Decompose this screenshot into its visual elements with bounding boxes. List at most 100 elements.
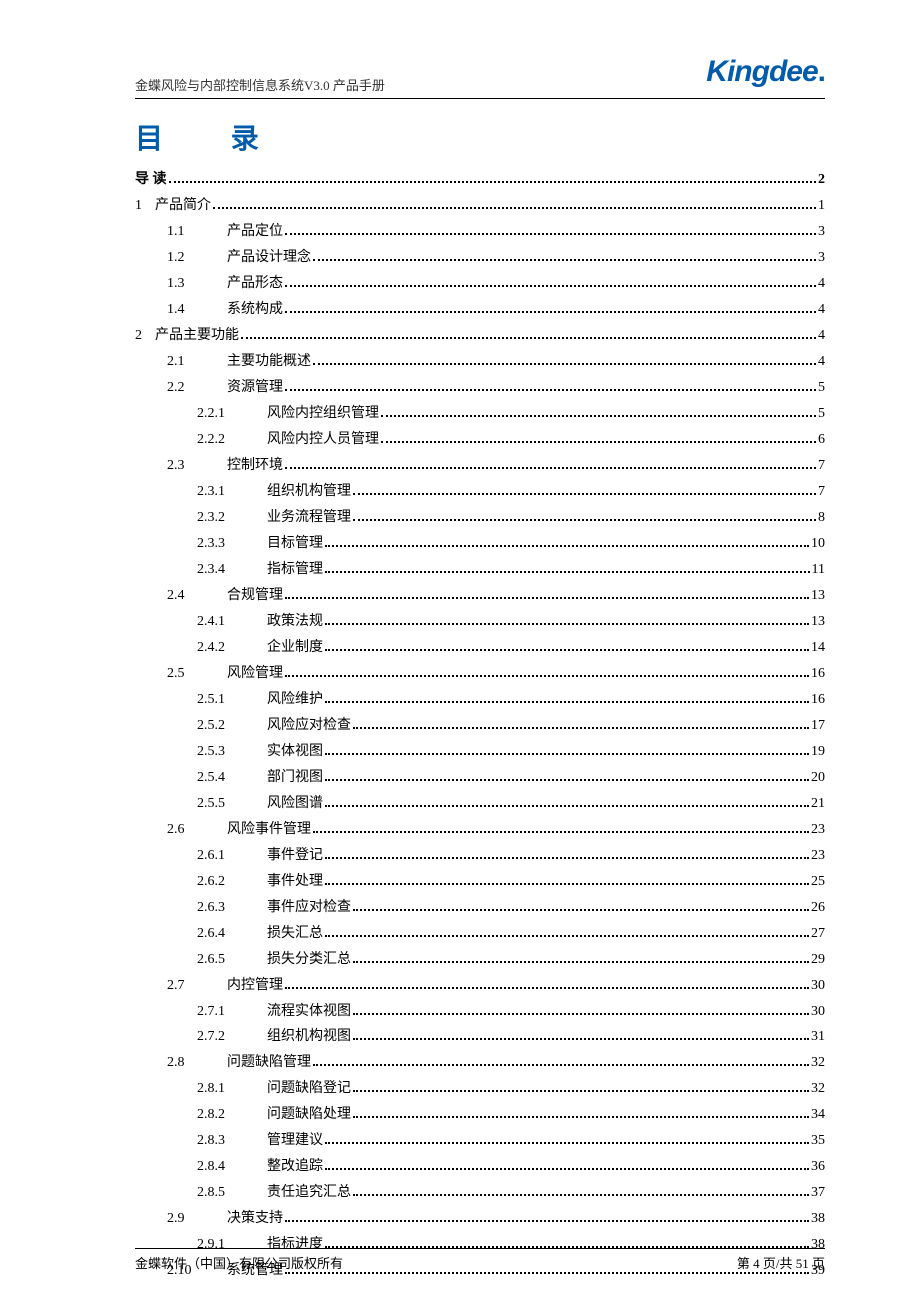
toc-leader-dots — [325, 753, 809, 755]
toc-entry[interactable]: 2.3.2业务流程管理8 — [135, 507, 825, 529]
toc-entry-page: 20 — [811, 767, 825, 789]
toc-leader-dots — [285, 467, 816, 469]
toc-leader-dots — [353, 493, 816, 495]
toc-entry-page: 27 — [811, 923, 825, 945]
toc-entry[interactable]: 导 读2 — [135, 169, 825, 191]
toc-leader-dots — [353, 1013, 809, 1015]
footer-page-number: 第 4 页/共 51 页 — [737, 1253, 825, 1272]
toc-entry[interactable]: 2.3.1组织机构管理7 — [135, 481, 825, 503]
toc-entry-number: 1.2 — [167, 247, 227, 269]
toc-entry[interactable]: 2.5.1风险维护 16 — [135, 689, 825, 711]
toc-entry[interactable]: 2.8问题缺陷管理32 — [135, 1052, 825, 1074]
toc-entry-page: 5 — [818, 377, 825, 399]
toc-entry[interactable]: 2产品主要功能4 — [135, 325, 825, 347]
toc-leader-dots — [353, 1090, 809, 1092]
toc-entry[interactable]: 2.4.1政策法规13 — [135, 611, 825, 633]
toc-entry-number: 2.4 — [167, 585, 227, 607]
toc-entry-label: 组织机构管理 — [267, 481, 351, 503]
toc-entry[interactable]: 2.2.1风险内控组织管理5 — [135, 403, 825, 425]
toc-entry[interactable]: 2.5.3实体视图19 — [135, 741, 825, 763]
toc-entry[interactable]: 1.1产品定位3 — [135, 221, 825, 243]
toc-entry[interactable]: 2.8.1问题缺陷登记32 — [135, 1078, 825, 1100]
toc-entry-page: 29 — [811, 949, 825, 971]
toc-entry[interactable]: 2.6.5损失分类汇总29 — [135, 949, 825, 971]
toc-entry[interactable]: 2.6.3事件应对检查26 — [135, 897, 825, 919]
toc-entry[interactable]: 2.2.2风险内控人员管理6 — [135, 429, 825, 451]
toc-entry-label: 导 读 — [135, 169, 167, 191]
toc-entry-page: 36 — [811, 1156, 825, 1178]
toc-entry[interactable]: 2.5.2风险应对检查17 — [135, 715, 825, 737]
toc-entry-number: 2.8.3 — [197, 1130, 267, 1152]
toc-entry[interactable]: 2.8.4整改追踪36 — [135, 1156, 825, 1178]
toc-entry-label: 问题缺陷处理 — [267, 1104, 351, 1126]
toc-leader-dots — [325, 1142, 809, 1144]
toc-entry-number: 2.2 — [167, 377, 227, 399]
toc-leader-dots — [213, 207, 816, 209]
toc-entry[interactable]: 2.9决策支持38 — [135, 1208, 825, 1230]
toc-entry[interactable]: 1.4系统构成4 — [135, 299, 825, 321]
toc-entry-page: 23 — [811, 819, 825, 841]
toc-entry-number: 2.5.5 — [197, 793, 267, 815]
toc-entry-label: 风险图谱 — [267, 793, 323, 815]
toc-entry-page: 5 — [818, 403, 825, 425]
toc-entry-label: 风险维护 — [267, 689, 323, 711]
toc-entry[interactable]: 2.7.1流程实体视图30 — [135, 1001, 825, 1023]
toc-entry-page: 6 — [818, 429, 825, 451]
toc-entry-number: 2.6.5 — [197, 949, 267, 971]
toc-entry[interactable]: 2.6.2事件处理25 — [135, 871, 825, 893]
toc-leader-dots — [285, 285, 816, 287]
toc-entry[interactable]: 2.7.2组织机构视图31 — [135, 1026, 825, 1048]
toc-heading: 目 录 — [135, 117, 825, 157]
toc-leader-dots — [285, 987, 809, 989]
toc-entry[interactable]: 2.3.4指标管理11 — [135, 559, 825, 581]
toc-entry-number: 2.2.2 — [197, 429, 267, 451]
toc-entry[interactable]: 2.5.5风险图谱21 — [135, 793, 825, 815]
toc-entry-label: 风险事件管理 — [227, 819, 311, 841]
toc-entry[interactable]: 2.3.3目标管理10 — [135, 533, 825, 555]
toc-entry[interactable]: 2.3控制环境7 — [135, 455, 825, 477]
toc-entry-number: 2.3.2 — [197, 507, 267, 529]
toc-entry-label: 责任追究汇总 — [267, 1182, 351, 1204]
toc-entry-number: 2.8.2 — [197, 1104, 267, 1126]
toc-entry-number: 2.8.1 — [197, 1078, 267, 1100]
toc-entry[interactable]: 2.5.4部门视图20 — [135, 767, 825, 789]
toc-entry[interactable]: 2.8.5责任追究汇总37 — [135, 1182, 825, 1204]
toc-entry[interactable]: 2.2资源管理5 — [135, 377, 825, 399]
toc-entry[interactable]: 2.8.3管理建议35 — [135, 1130, 825, 1152]
toc-entry[interactable]: 2.4.2企业制度14 — [135, 637, 825, 659]
toc-entry[interactable]: 2.6.1事件登记23 — [135, 845, 825, 867]
toc-entry-page: 11 — [812, 559, 825, 581]
toc-entry-page: 30 — [811, 975, 825, 997]
toc-leader-dots — [169, 181, 817, 183]
toc-leader-dots — [353, 727, 809, 729]
toc-leader-dots — [325, 571, 810, 573]
toc-entry-number: 2.3.1 — [197, 481, 267, 503]
toc-entry-number: 2.5 — [167, 663, 227, 685]
toc-entry-label: 控制环境 — [227, 455, 283, 477]
toc-entry[interactable]: 2.6风险事件管理23 — [135, 819, 825, 841]
toc-entry[interactable]: 2.4合规管理13 — [135, 585, 825, 607]
toc-leader-dots — [325, 701, 809, 703]
toc-entry-number: 2.7 — [167, 975, 227, 997]
toc-entry-label: 风险应对检查 — [267, 715, 351, 737]
toc-entry-number: 2.4.2 — [197, 637, 267, 659]
toc-leader-dots — [285, 389, 816, 391]
toc-leader-dots — [353, 961, 809, 963]
toc-entry-page: 17 — [811, 715, 825, 737]
toc-entry-page: 16 — [811, 689, 825, 711]
toc-entry-label: 决策支持 — [227, 1208, 283, 1230]
toc-entry[interactable]: 2.7内控管理30 — [135, 975, 825, 997]
toc-leader-dots — [325, 935, 809, 937]
toc-entry-number: 2.5.1 — [197, 689, 267, 711]
toc-entry[interactable]: 2.8.2问题缺陷处理34 — [135, 1104, 825, 1126]
toc-entry[interactable]: 2.6.4损失汇总27 — [135, 923, 825, 945]
toc-entry[interactable]: 1.3产品形态4 — [135, 273, 825, 295]
toc-entry-number: 2.1 — [167, 351, 227, 373]
toc-leader-dots — [313, 363, 816, 365]
toc-entry-number: 2 — [135, 325, 155, 347]
toc-entry[interactable]: 1产品简介1 — [135, 195, 825, 217]
toc-entry[interactable]: 2.5风险管理16 — [135, 663, 825, 685]
toc-entry[interactable]: 1.2产品设计理念3 — [135, 247, 825, 269]
toc-entry[interactable]: 2.1主要功能概述4 — [135, 351, 825, 373]
toc-entry-number: 2.8.4 — [197, 1156, 267, 1178]
